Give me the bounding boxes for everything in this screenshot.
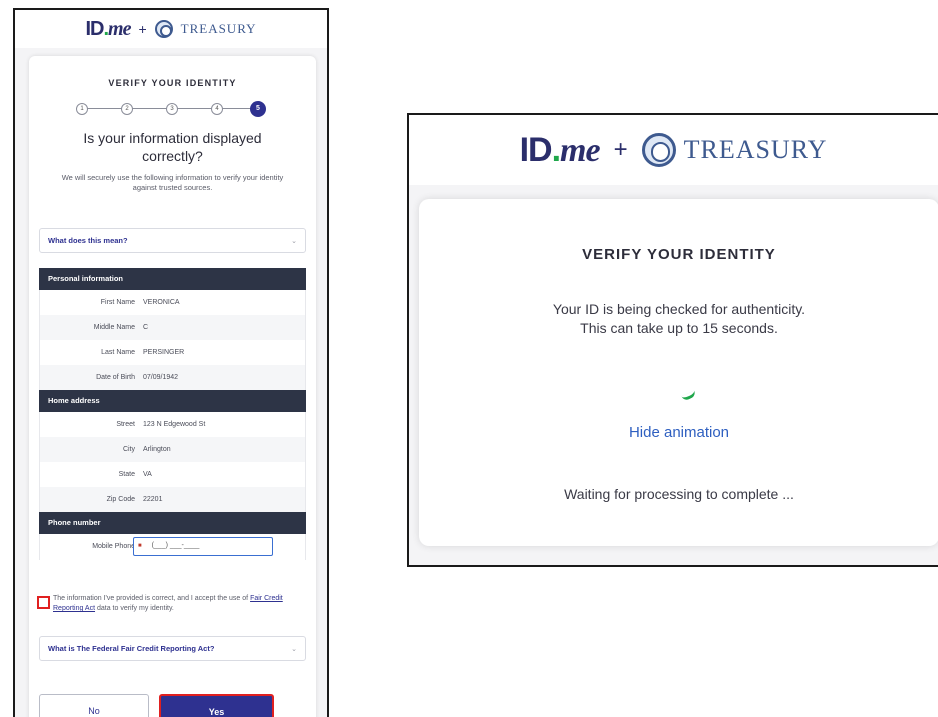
no-button[interactable]: No (39, 694, 149, 717)
consent-checkbox[interactable] (37, 596, 50, 609)
info-row-last-name: Last Name PERSINGER (39, 340, 306, 365)
consent-text: The information I've provided is correct… (53, 595, 283, 612)
idme-logo: ID.me (85, 17, 131, 40)
confirm-subtitle: We will securely use the following infor… (61, 173, 284, 192)
info-row-mobile-phone: Mobile Phone ■ (___) ___-____ (39, 534, 306, 560)
what-does-this-mean-accordion[interactable]: What does this mean? ⌄ (39, 228, 306, 253)
treasury-logo-text: TREASURY (683, 135, 828, 164)
info-row-date-of-birth: Date of Birth 07/09/1942 (39, 365, 306, 390)
loading-spinner-icon (681, 390, 697, 402)
info-row-zip-code: Zip Code 22201 (39, 487, 306, 512)
status-message-line-2: This can take up to 15 seconds. (580, 320, 778, 336)
row-label: First Name (100, 299, 135, 306)
row-label: Middle Name (93, 324, 135, 331)
brand-header: ID.me + TREASURY (15, 10, 327, 48)
row-label: Last Name (101, 349, 135, 356)
row-value: C (143, 324, 149, 331)
phone-value: (___) ___-____ (151, 542, 200, 549)
brand-header: ID.me + TREASURY (409, 115, 938, 185)
row-value: 22201 (143, 496, 163, 503)
info-row-first-name: First Name VERONICA (39, 290, 306, 315)
step-3: 3 (166, 103, 178, 115)
row-value: 123 N Edgewood St (143, 421, 206, 428)
idme-logo: ID.me (519, 130, 601, 169)
plus-sign: + (138, 21, 147, 37)
status-message: Your ID is being checked for authenticit… (419, 300, 938, 338)
yes-button[interactable]: Yes (159, 694, 274, 717)
page-title: VERIFY YOUR IDENTITY (582, 246, 776, 263)
step-4: 4 (211, 103, 223, 115)
accordion-label: What is The Federal Fair Credit Reportin… (48, 644, 215, 653)
accordion-label: What does this mean? (48, 236, 128, 245)
hide-animation-link[interactable]: Hide animation (419, 424, 938, 441)
right-screenshot-panel: ID.me + TREASURY VERIFY YOUR IDENTITY Yo… (407, 113, 938, 567)
row-label: Street (116, 421, 135, 428)
row-label: City (122, 446, 135, 453)
step-1: 1 (76, 103, 88, 115)
chevron-down-icon: ⌄ (291, 645, 297, 653)
row-value: PERSINGER (143, 349, 185, 356)
processing-card: VERIFY YOUR IDENTITY Your ID is being ch… (419, 199, 938, 546)
row-value: 07/09/1942 (143, 374, 179, 381)
waiting-status-text: Waiting for processing to complete ... (564, 486, 794, 502)
row-label: Mobile Phone (92, 543, 135, 550)
page-title: VERIFY YOUR IDENTITY (108, 78, 237, 88)
info-row-state: State VA (39, 462, 306, 487)
fcra-info-accordion[interactable]: What is The Federal Fair Credit Reportin… (39, 636, 306, 661)
mobile-phone-input[interactable]: ■ (___) ___-____ (133, 537, 273, 556)
confirm-question: Is your information displayed correctly? (83, 130, 262, 164)
progress-stepper: 1 2 3 4 5 (76, 101, 266, 117)
row-label: Zip Code (106, 496, 135, 503)
info-row-street: Street 123 N Edgewood St (39, 412, 306, 437)
verification-form-card: VERIFY YOUR IDENTITY 1 2 3 4 5 Is your i… (29, 56, 316, 717)
left-screenshot-panel: ID.me + TREASURY VERIFY YOUR IDENTITY 1 … (13, 8, 329, 717)
row-value: VA (143, 471, 152, 478)
row-label: Date of Birth (96, 374, 135, 381)
info-row-city: City Arlington (39, 437, 306, 462)
step-2: 2 (121, 103, 133, 115)
treasury-seal-icon (641, 133, 676, 167)
status-message-line-1: Your ID is being checked for authenticit… (552, 301, 806, 317)
flag-icon: ■ (138, 543, 142, 549)
chevron-down-icon: ⌄ (291, 237, 297, 245)
row-value: VERONICA (143, 299, 180, 306)
section-header-address: Home address (39, 390, 306, 412)
info-row-middle-name: Middle Name C (39, 315, 306, 340)
row-label: State (118, 471, 135, 478)
plus-sign: + (613, 136, 628, 163)
step-5-current: 5 (250, 101, 266, 117)
treasury-seal-icon (154, 20, 173, 38)
treasury-logo-text: TREASURY (180, 21, 257, 36)
section-header-phone: Phone number (39, 512, 306, 534)
row-value: Arlington (143, 446, 171, 453)
section-header-personal: Personal information (39, 268, 306, 290)
